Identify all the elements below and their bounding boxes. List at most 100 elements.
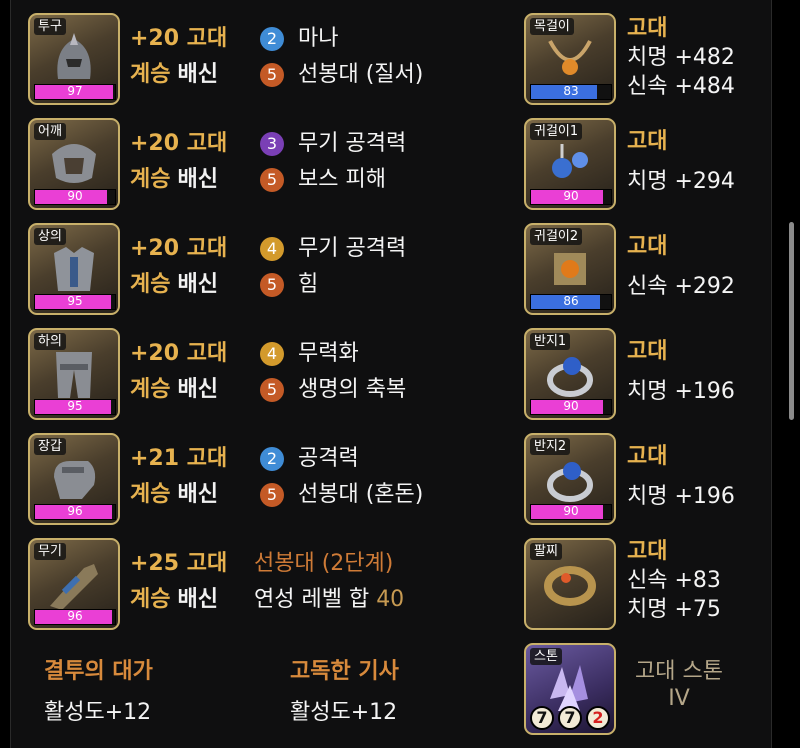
quality-bar: 90 xyxy=(530,189,612,205)
accessory-grade: 고대 xyxy=(627,339,668,364)
quality-bar: 90 xyxy=(530,504,612,520)
accessory-grade: 고대 xyxy=(627,16,668,41)
ring-icon xyxy=(547,462,593,502)
quality-value: 90 xyxy=(563,504,579,518)
engraving-level-badge: 5 xyxy=(260,378,284,402)
accessory-slot-ring2[interactable]: 반지2 90 xyxy=(524,433,616,525)
ring-icon xyxy=(547,357,593,397)
equip-slot-chest[interactable]: 상의 95 xyxy=(28,223,120,315)
engraving-name: 보스 피해 xyxy=(298,167,386,192)
engraving-name: 선봉대 (질서) xyxy=(298,62,424,87)
gauntlet-icon xyxy=(54,461,96,499)
earring-icon xyxy=(554,253,586,285)
slot-label: 귀걸이2 xyxy=(530,228,583,245)
accessory-stat: 신속 +484 xyxy=(627,74,735,99)
quality-value: 83 xyxy=(563,84,579,98)
stone-tier: IV xyxy=(668,686,690,711)
quality-value: 86 xyxy=(563,294,579,308)
accessory-slot-earring1[interactable]: 귀걸이1 90 xyxy=(524,118,616,210)
quality-bar: 83 xyxy=(530,84,612,100)
accessory-stat: 치명 +482 xyxy=(627,45,735,70)
equip-slot-helmet[interactable]: 투구 97 xyxy=(28,13,120,105)
set-effect-name: 결투의 대가 xyxy=(44,659,153,684)
enhance-grade: +20 고대 xyxy=(130,236,228,261)
quality-value: 90 xyxy=(563,189,579,203)
succession-set: 계승 배신 xyxy=(130,482,218,507)
engraving-level-badge: 5 xyxy=(260,273,284,297)
engraving-level-badge: 3 xyxy=(260,132,284,156)
engraving-level-badge: 5 xyxy=(260,483,284,507)
succession-set: 계승 배신 xyxy=(130,62,218,87)
scrollbar[interactable] xyxy=(789,222,794,420)
engraving-level-badge: 4 xyxy=(260,342,284,366)
quality-value: 90 xyxy=(67,189,83,203)
set-effect-name: 고독한 기사 xyxy=(290,659,399,684)
accessory-grade: 고대 xyxy=(627,234,668,259)
weapon-special-effect: 선봉대 (2단계) xyxy=(254,551,394,576)
accessory-stat: 신속 +83 xyxy=(627,568,721,593)
slot-label: 하의 xyxy=(34,333,66,350)
quality-value: 96 xyxy=(67,609,83,623)
set-effect-value: 활성도+12 xyxy=(44,700,152,725)
slot-label: 상의 xyxy=(34,228,66,245)
quality-value: 96 xyxy=(67,504,83,518)
accessory-grade: 고대 xyxy=(627,539,668,564)
equip-slot-gloves[interactable]: 장갑 96 xyxy=(28,433,120,525)
slot-label: 목걸이 xyxy=(530,18,574,35)
slot-label: 반지2 xyxy=(530,438,571,455)
ability-stone-slot[interactable]: 스톤 7 7 2 xyxy=(524,643,616,735)
slot-label: 팔찌 xyxy=(530,543,562,560)
quality-bar: 96 xyxy=(34,504,116,520)
equip-slot-shoulder[interactable]: 어깨 90 xyxy=(28,118,120,210)
stone-title: 고대 스톤 xyxy=(635,659,723,684)
quality-bar: 96 xyxy=(34,609,116,625)
engraving-name: 무력화 xyxy=(298,341,359,366)
set-effect-value: 활성도+12 xyxy=(290,700,398,725)
accessory-slot-earring2[interactable]: 귀걸이2 86 xyxy=(524,223,616,315)
engraving-level-badge: 5 xyxy=(260,63,284,87)
enhance-grade: +21 고대 xyxy=(130,446,228,471)
weapon-icon xyxy=(50,564,98,610)
engraving-level-badge: 4 xyxy=(260,237,284,261)
equip-slot-legs[interactable]: 하의 95 xyxy=(28,328,120,420)
helmet-icon xyxy=(57,33,91,79)
succession-set: 계승 배신 xyxy=(130,377,218,402)
engraving-name: 생명의 축복 xyxy=(298,377,407,402)
enhance-grade: +20 고대 xyxy=(130,131,228,156)
enhance-grade: +20 고대 xyxy=(130,26,228,51)
accessory-stat: 신속 +292 xyxy=(627,274,735,299)
engraving-name: 선봉대 (혼돈) xyxy=(298,482,424,507)
equipment-panel xyxy=(10,0,772,748)
succession-set: 계승 배신 xyxy=(130,167,218,192)
accessory-slot-necklace[interactable]: 목걸이 83 xyxy=(524,13,616,105)
shoulder-armor-icon xyxy=(52,144,96,183)
quality-value: 97 xyxy=(67,84,83,98)
transcend-sum: 연성 레벨 합 40 xyxy=(254,587,405,612)
equip-slot-weapon[interactable]: 무기 96 xyxy=(28,538,120,630)
quality-bar: 97 xyxy=(34,84,116,100)
quality-bar: 90 xyxy=(530,399,612,415)
engraving-level-badge: 2 xyxy=(260,27,284,51)
accessory-slot-bracelet[interactable]: 팔찌 xyxy=(524,538,616,630)
stone-facet-count: 2 xyxy=(586,706,610,730)
quality-bar: 90 xyxy=(34,189,116,205)
slot-label: 귀걸이1 xyxy=(530,123,583,140)
engraving-level-badge: 2 xyxy=(260,447,284,471)
engraving-name: 힘 xyxy=(298,272,319,297)
stone-facet-count: 7 xyxy=(558,706,582,730)
slot-label: 장갑 xyxy=(34,438,66,455)
accessory-stat: 치명 +75 xyxy=(627,597,721,622)
enhance-grade: +25 고대 xyxy=(130,551,228,576)
slot-label: 스톤 xyxy=(530,648,562,665)
quality-value: 95 xyxy=(67,399,83,413)
accessory-stat: 치명 +196 xyxy=(627,484,735,509)
engraving-name: 마나 xyxy=(298,26,339,51)
accessory-slot-ring1[interactable]: 반지1 90 xyxy=(524,328,616,420)
accessory-grade: 고대 xyxy=(627,444,668,469)
slot-label: 무기 xyxy=(34,543,66,560)
leg-armor-icon xyxy=(56,352,92,398)
slot-label: 반지1 xyxy=(530,333,571,350)
quality-bar: 95 xyxy=(34,294,116,310)
earring-icon xyxy=(552,144,588,178)
engraving-level-badge: 5 xyxy=(260,168,284,192)
